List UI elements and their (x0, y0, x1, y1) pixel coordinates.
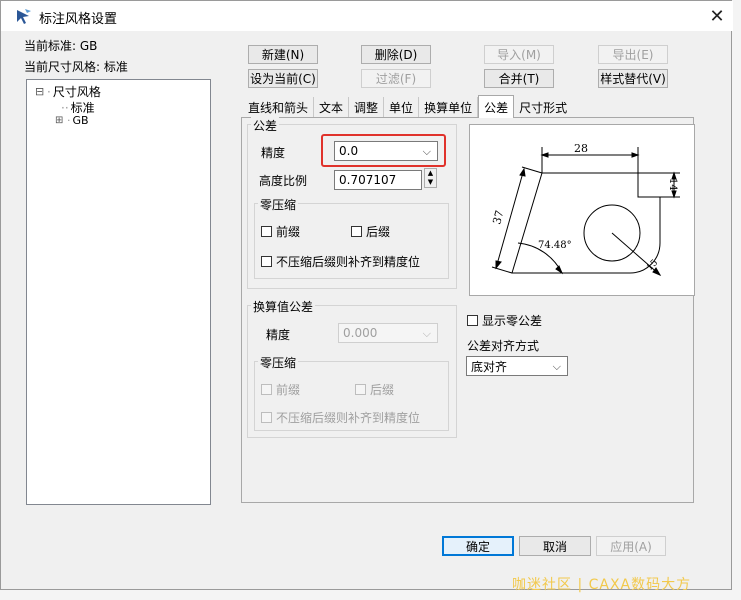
tab-lines-arrows[interactable]: 直线和箭头 (243, 97, 315, 117)
alt-precision-label: 精度 (266, 328, 291, 342)
alt-zero-suppress-title: 零压缩 (258, 354, 299, 371)
alt-precision-dropdown[interactable]: 0.000 ⌵ (338, 323, 438, 343)
alignment-label: 公差对齐方式 (467, 339, 540, 353)
dimension-style-dialog: 标注风格设置 ✕ 当前标准: GB 当前尺寸风格: 标准 ⊟ · 尺寸风格 ··… (0, 0, 733, 590)
checkbox-box[interactable] (351, 226, 362, 237)
ok-button[interactable]: 确定 (442, 536, 514, 556)
alignment-dropdown[interactable]: 底对齐 ⌵ (466, 356, 568, 376)
checkbox-box[interactable] (355, 384, 366, 395)
checkbox-box[interactable] (261, 226, 272, 237)
close-icon: ✕ (709, 5, 725, 27)
collapse-icon[interactable]: ⊟ (35, 85, 47, 98)
alt-suffix-checkbox[interactable]: 后缀 (355, 381, 394, 398)
tree-node-label: GB (72, 114, 89, 127)
window-title: 标注风格设置 (39, 12, 118, 27)
suffix-label: 后缀 (366, 225, 391, 239)
spin-up-icon[interactable]: ▲ (425, 169, 436, 178)
dim-height-text: 14 (667, 178, 678, 191)
current-dim-style-label: 当前尺寸风格: 标准 (24, 60, 128, 74)
tree-node-gb[interactable]: ⊞ · GB (55, 114, 89, 127)
no-suppress-checkbox[interactable]: 不压缩后缀则补齐到精度位 (261, 253, 420, 270)
set-current-button[interactable]: 设为当前(C) (248, 69, 318, 88)
no-suppress-label: 不压缩后缀则补齐到精度位 (276, 255, 421, 269)
app-logo-icon (17, 9, 31, 24)
suffix-checkbox[interactable]: 后缀 (351, 223, 390, 240)
tab-alt-units[interactable]: 换算单位 (419, 97, 479, 117)
spin-down-icon[interactable]: ▼ (425, 178, 436, 187)
tolerance-preview: 28 14 37 74.48° 15 (469, 124, 695, 296)
dim-width-text: 28 (574, 142, 588, 155)
tab-dim-form[interactable]: 尺寸形式 (514, 97, 572, 117)
chevron-down-icon: ⌵ (422, 327, 431, 340)
style-override-button[interactable]: 样式替代(V) (598, 69, 668, 88)
checkbox-box[interactable] (467, 315, 478, 326)
alt-precision-value: 0.000 (343, 326, 378, 340)
apply-button[interactable]: 应用(A) (596, 536, 666, 556)
tab-tolerance[interactable]: 公差 (478, 95, 515, 118)
tab-text[interactable]: 文本 (314, 97, 350, 117)
alt-prefix-label: 前缀 (276, 383, 301, 397)
prefix-checkbox[interactable]: 前缀 (261, 223, 300, 240)
precision-label: 精度 (261, 146, 286, 160)
preview-drawing: 28 14 37 74.48° 15 (490, 142, 680, 277)
height-ratio-label: 高度比例 (259, 174, 308, 188)
background-window-edge (731, 0, 741, 600)
dim-angle-text: 74.48° (538, 240, 572, 251)
merge-button[interactable]: 合并(T) (484, 69, 554, 88)
tab-fit[interactable]: 调整 (349, 97, 385, 117)
alt-suffix-label: 后缀 (370, 383, 395, 397)
alt-tolerance-title: 换算值公差 (251, 298, 316, 315)
close-button[interactable]: ✕ (703, 3, 731, 29)
height-ratio-value: 0.707107 (339, 173, 397, 187)
import-button[interactable]: 导入(M) (484, 45, 554, 64)
checkbox-box[interactable] (261, 412, 272, 423)
expand-icon[interactable]: ⊞ (55, 115, 67, 126)
watermark-text: 咖迷社区 | CAXA数码大方 (512, 577, 692, 593)
chevron-down-icon: ⌵ (552, 360, 561, 373)
tab-units[interactable]: 单位 (384, 97, 420, 117)
export-button[interactable]: 导出(E) (598, 45, 668, 64)
new-button[interactable]: 新建(N) (248, 45, 318, 64)
zero-suppress-title: 零压缩 (258, 196, 299, 213)
current-standard-label: 当前标准: GB (24, 39, 98, 53)
tree-node-label: 尺寸风格 (52, 85, 101, 99)
height-ratio-spinner[interactable]: ▲ ▼ (424, 168, 437, 188)
alt-no-suppress-checkbox[interactable]: 不压缩后缀则补齐到精度位 (261, 409, 420, 426)
tree-node-root[interactable]: ⊟ · 尺寸风格 (35, 83, 101, 100)
highlight-box (321, 134, 446, 167)
show-zero-tolerance-checkbox[interactable]: 显示零公差 (467, 312, 542, 329)
prefix-label: 前缀 (276, 225, 301, 239)
delete-button[interactable]: 删除(D) (361, 45, 431, 64)
style-tree[interactable]: ⊟ · 尺寸风格 ·· 标准 ⊞ · GB (26, 79, 211, 505)
tab-strip: 直线和箭头 文本 调整 单位 换算单位 公差 尺寸形式 (243, 95, 572, 119)
alt-prefix-checkbox[interactable]: 前缀 (261, 381, 300, 398)
tolerance-group-title: 公差 (251, 117, 280, 134)
checkbox-box[interactable] (261, 256, 272, 267)
show-zero-tolerance-label: 显示零公差 (482, 314, 543, 328)
dim-length-text: 37 (490, 209, 506, 226)
filter-button[interactable]: 过滤(F) (361, 69, 431, 88)
alignment-value: 底对齐 (471, 359, 508, 374)
height-ratio-input[interactable]: 0.707107 (334, 170, 422, 190)
alt-no-suppress-label: 不压缩后缀则补齐到精度位 (276, 411, 421, 425)
cancel-button[interactable]: 取消 (519, 536, 591, 556)
checkbox-box[interactable] (261, 384, 272, 395)
title-bar: 标注风格设置 ✕ (1, 1, 733, 31)
